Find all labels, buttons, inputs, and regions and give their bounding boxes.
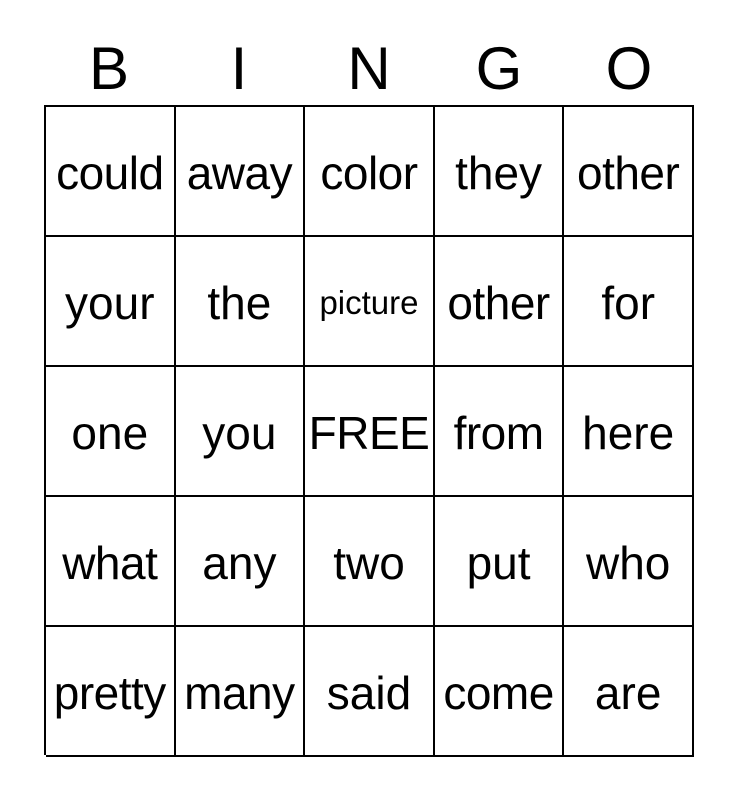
bingo-card: B I N G O could away color they other yo… [0,0,736,800]
header-letter-i: I [230,35,248,102]
header-letter-o: O [605,35,653,102]
bingo-cell[interactable]: other [434,237,565,367]
bingo-row: one you FREE from here [46,367,694,497]
bingo-cell-label: for [601,277,656,329]
bingo-cell-label: away [186,147,293,199]
bingo-cell[interactable]: away [175,107,306,237]
bingo-cell[interactable]: picture [305,237,435,367]
bingo-cell[interactable]: put [434,497,565,627]
bingo-header: B I N G O [44,33,694,105]
bingo-cell-label: from [453,407,545,459]
bingo-cell[interactable]: two [305,497,435,627]
bingo-cell[interactable]: you [175,367,306,497]
bingo-cell[interactable]: from [434,367,565,497]
bingo-cell[interactable]: what [46,497,176,627]
bingo-cell[interactable]: could [46,107,176,237]
bingo-cell[interactable]: they [434,107,565,237]
bingo-row: your the picture other for [46,237,694,367]
bingo-cell-label: are [594,667,662,719]
bingo-row: pretty many said come are [46,627,694,757]
header-letter-b: B [88,35,130,102]
bingo-cell[interactable]: for [564,237,694,367]
bingo-cell[interactable]: come [434,627,565,757]
bingo-cell-label: here [582,407,675,459]
header-letter-n: N [347,35,391,102]
bingo-cell-free[interactable]: FREE [305,367,435,497]
bingo-cell[interactable]: any [175,497,306,627]
bingo-cell[interactable]: other [564,107,694,237]
bingo-cell[interactable]: many [175,627,306,757]
bingo-cell-label: the [207,277,272,329]
bingo-cell-label: they [455,147,543,199]
header-letter-g: G [475,35,523,102]
bingo-cell-label: two [333,537,405,589]
bingo-cell[interactable]: one [46,367,176,497]
bingo-cell[interactable]: are [564,627,694,757]
bingo-cell-label: you [202,407,277,459]
bingo-cell-label: any [202,537,277,589]
bingo-cell-label: your [65,277,155,329]
bingo-cell-label: other [447,277,550,329]
bingo-cell[interactable]: pretty [46,627,176,757]
bingo-row: what any two put who [46,497,694,627]
bingo-cell-label: many [184,667,295,719]
bingo-grid: could away color they other your the pic… [44,105,694,757]
bingo-cell[interactable]: who [564,497,694,627]
bingo-cell-label: come [443,667,554,719]
bingo-cell-label: color [320,147,418,199]
bingo-cell-label: said [326,667,412,719]
bingo-cell-label: could [56,147,164,199]
bingo-cell-label: picture [319,283,419,321]
bingo-cell[interactable]: here [564,367,694,497]
bingo-cell-label: other [576,147,680,199]
bingo-cell[interactable]: said [305,627,435,757]
bingo-row: could away color they other [46,107,694,237]
bingo-cell-label: who [585,537,671,589]
bingo-cell[interactable]: the [175,237,306,367]
bingo-free-label: FREE [308,407,430,459]
bingo-cell[interactable]: color [305,107,435,237]
bingo-cell-label: what [62,537,158,589]
bingo-cell-label: pretty [53,667,167,719]
bingo-cell-label: put [466,537,531,589]
bingo-cell[interactable]: your [46,237,176,367]
bingo-cell-label: one [71,407,149,459]
